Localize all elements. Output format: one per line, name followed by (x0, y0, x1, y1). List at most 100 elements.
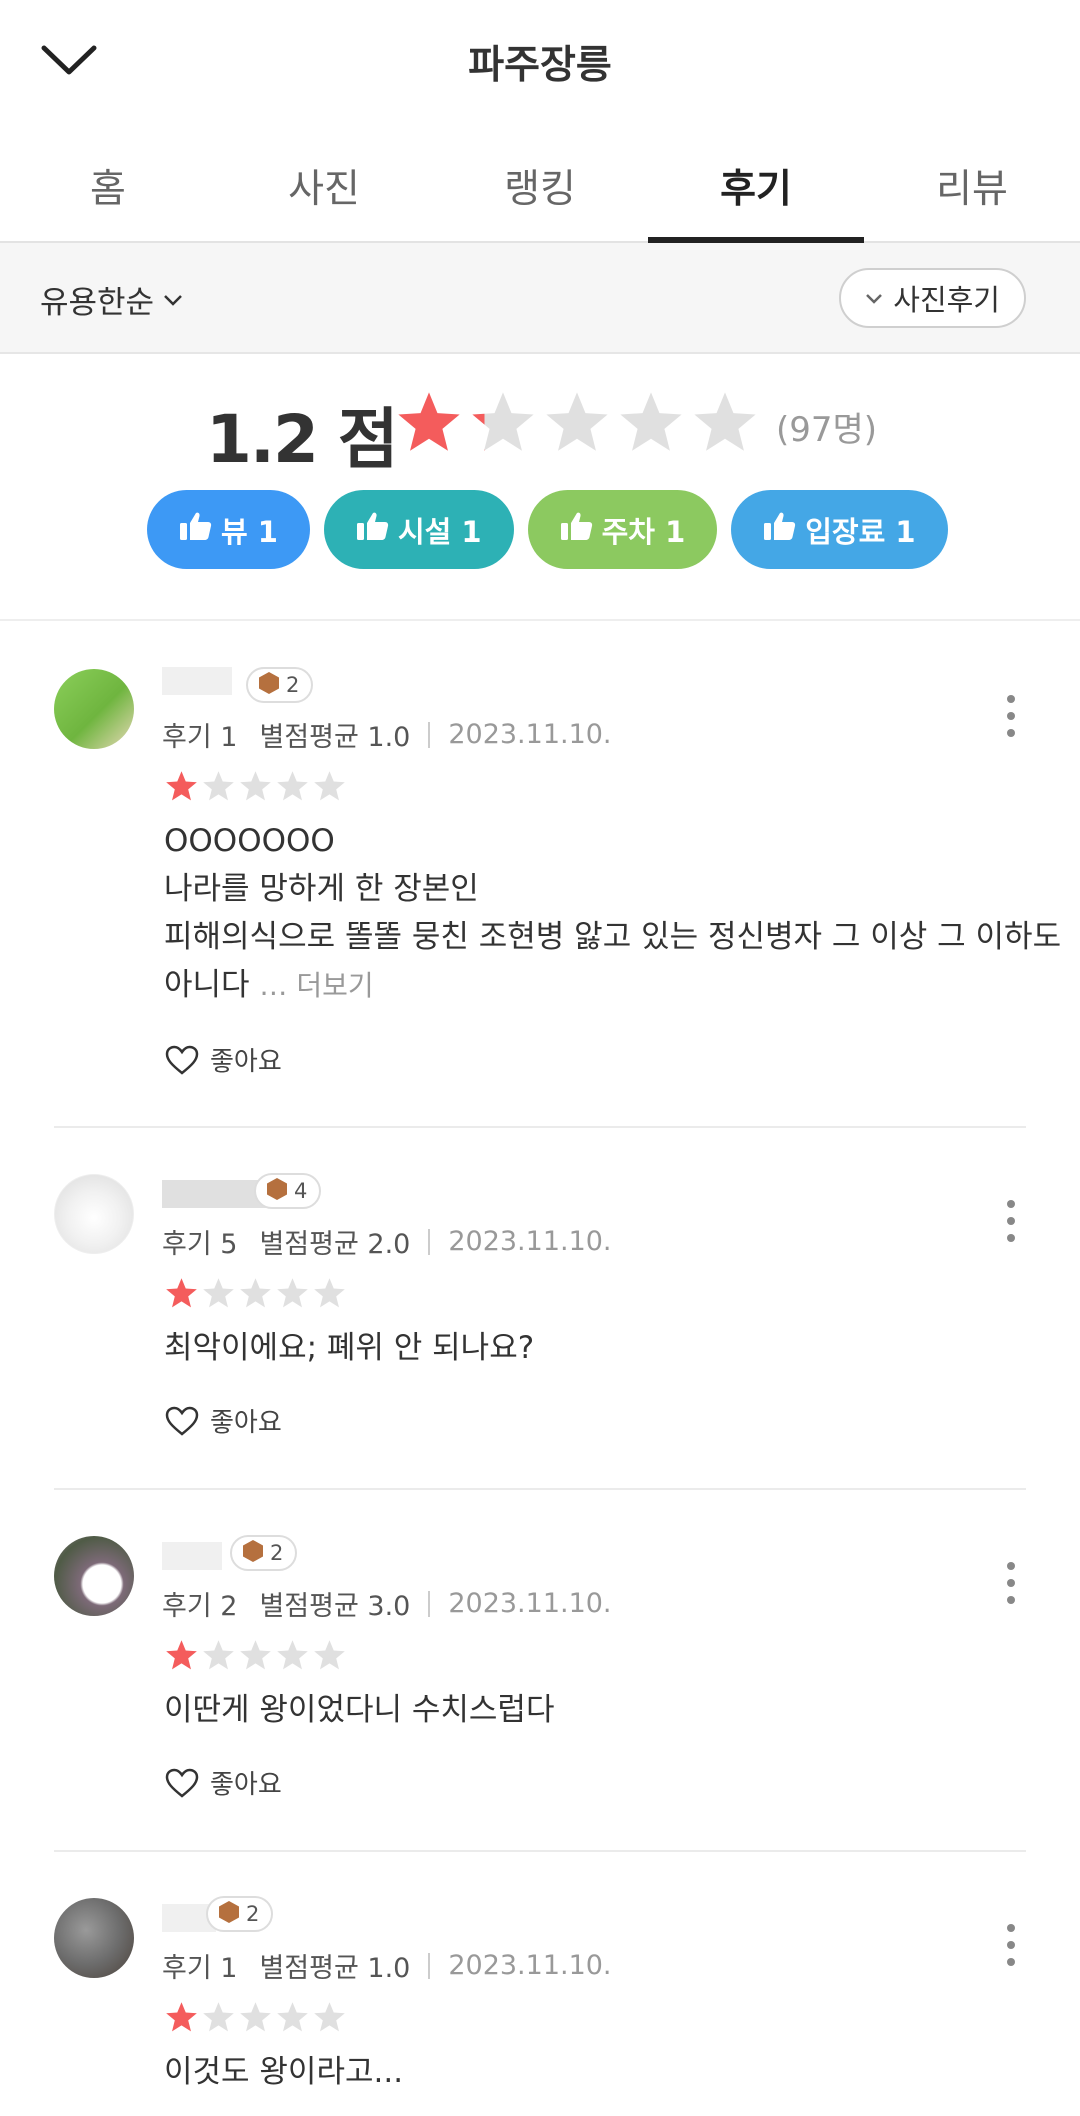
chip-label: 입장료 1 (805, 514, 916, 549)
review-text-line: 나라를 망하게 한 장본인 (164, 871, 479, 907)
like-button[interactable]: 좋아요 (164, 1041, 282, 1078)
tab-review-list[interactable]: 리뷰 (864, 130, 1080, 241)
sort-dropdown[interactable]: 유용한순 (40, 277, 184, 322)
avatar[interactable] (54, 1898, 134, 1978)
review-text-line: 피해의식으로 똘똘 뭉친 조현병 앓고 있는 정신병자 그 이상 그 이하도 (164, 919, 1062, 955)
more-options-icon[interactable] (996, 1920, 1026, 1970)
keyword-chip-facility[interactable]: 시설 1 (323, 490, 514, 569)
star-icon (166, 2002, 197, 2032)
review-meta: 후기 2 별점평균 3.0 2023.11.10. (162, 1584, 612, 1623)
more-options-icon[interactable] (996, 1558, 1026, 1608)
level-number: 4 (294, 1179, 308, 1203)
review-star-rating (164, 1276, 347, 1311)
review-date: 2023.11.10. (448, 1588, 612, 1619)
review-date: 2023.11.10. (448, 1226, 612, 1257)
star-icon (166, 1640, 197, 1670)
star-icon (314, 2002, 345, 2032)
nickname-redacted (162, 667, 232, 695)
keyword-chip-admission[interactable]: 입장료 1 (731, 490, 948, 569)
check-icon (866, 294, 883, 304)
star-icon (277, 1640, 308, 1670)
heart-icon (165, 1045, 199, 1075)
like-label: 좋아요 (210, 1770, 282, 1800)
rating-average: 별점평균 2.0 (259, 1229, 411, 1260)
rating-average: 별점평균 3.0 (259, 1591, 411, 1622)
keyword-chip-parking[interactable]: 주차 1 (527, 490, 718, 569)
tab-photos[interactable]: 사진 (216, 130, 432, 241)
star-icon (203, 771, 234, 801)
avatar[interactable] (54, 1174, 134, 1254)
tab-bar: 홈 사진 랭킹 후기 리뷰 (0, 130, 1080, 243)
more-options-icon[interactable] (996, 691, 1026, 741)
star-icon (240, 2002, 271, 2032)
avatar[interactable] (54, 1536, 134, 1616)
divider (428, 721, 431, 748)
read-more-link[interactable]: … 더보기 (259, 969, 373, 1002)
star-icon (277, 1278, 308, 1308)
level-number: 2 (270, 1541, 284, 1565)
hexagon-badge-icon (218, 1900, 240, 1929)
level-number: 2 (246, 1902, 260, 1926)
review-star-rating (164, 2000, 347, 2035)
review-text-line: OOOOOOO (164, 823, 335, 859)
level-badge: 2 (230, 1535, 298, 1571)
review-text: OOOOOOO 나라를 망하게 한 장본인 피해의식으로 똘똘 뭉친 조현병 앓… (164, 817, 1062, 1010)
review-meta: 후기 1 별점평균 1.0 2023.11.10. (162, 715, 612, 754)
chip-label: 시설 1 (397, 514, 482, 549)
star-icon (472, 392, 534, 451)
star-icon (203, 1640, 234, 1670)
like-button[interactable]: 좋아요 (164, 1402, 282, 1439)
star-icon (694, 392, 756, 451)
review-text-line: 최악이에요; 폐위 안 되나요? (164, 1330, 535, 1366)
header: 파주장릉 (0, 0, 1080, 120)
review-date: 2023.11.10. (448, 719, 612, 750)
heart-icon (165, 1768, 199, 1798)
hexagon-badge-icon (242, 1539, 264, 1568)
rating-average: 별점평균 1.0 (259, 722, 411, 753)
level-number: 2 (286, 673, 300, 697)
keyword-chip-view[interactable]: 뷰 1 (147, 490, 310, 569)
star-icon (203, 2002, 234, 2032)
chevron-down-icon (164, 294, 182, 306)
thumbs-up-icon (179, 510, 213, 549)
star-icon (620, 392, 682, 451)
photo-review-label: 사진후기 (893, 283, 1000, 317)
filter-bar: 유용한순 사진후기 (0, 243, 1080, 354)
star-icon (240, 771, 271, 801)
star-icon (166, 771, 197, 801)
like-button[interactable]: 좋아요 (164, 1764, 282, 1801)
review-text: 최악이에요; 폐위 안 되나요? (164, 1324, 1034, 1372)
divider (428, 1228, 431, 1255)
heart-icon (165, 1406, 199, 1436)
average-score: 1.2 점 (206, 401, 399, 478)
star-icon (314, 771, 345, 801)
review-text-line: 이것도 왕이라고... (164, 2054, 404, 2090)
review-text-last-line: 아니다 (164, 967, 250, 1003)
average-star-rating (394, 388, 760, 458)
review-item: 2 후기 1 별점평균 1.0 2023.11.10. OOOOOOO 나라를 … (0, 621, 1080, 1126)
review-text: 이것도 왕이라고... (164, 2048, 1034, 2096)
nickname-redacted (162, 1542, 222, 1570)
star-icon (546, 392, 608, 451)
divider (428, 1952, 431, 1979)
level-badge: 4 (254, 1173, 322, 1209)
photo-review-filter-button[interactable]: 사진후기 (839, 268, 1026, 328)
review-date: 2023.11.10. (448, 1950, 612, 1981)
review-meta: 후기 1 별점평균 1.0 2023.11.10. (162, 1946, 612, 1985)
star-icon (277, 771, 308, 801)
level-badge: 2 (206, 1896, 274, 1932)
star-icon (314, 1278, 345, 1308)
review-star-rating (164, 769, 347, 804)
tab-home[interactable]: 홈 (0, 130, 216, 241)
keyword-chips: 뷰 1 시설 1 주차 1 입장료 1 (147, 490, 948, 569)
review-meta: 후기 5 별점평균 2.0 2023.11.10. (162, 1222, 612, 1261)
page-title: 파주장릉 (468, 43, 612, 88)
thumbs-up-icon (356, 510, 390, 549)
star-icon (240, 1640, 271, 1670)
tab-reviews-active[interactable]: 후기 (648, 130, 864, 243)
more-options-icon[interactable] (996, 1196, 1026, 1246)
tab-ranking[interactable]: 랭킹 (432, 130, 648, 241)
avatar[interactable] (54, 669, 134, 749)
chip-label: 뷰 1 (221, 514, 278, 549)
rating-count: (97명) (776, 410, 878, 450)
